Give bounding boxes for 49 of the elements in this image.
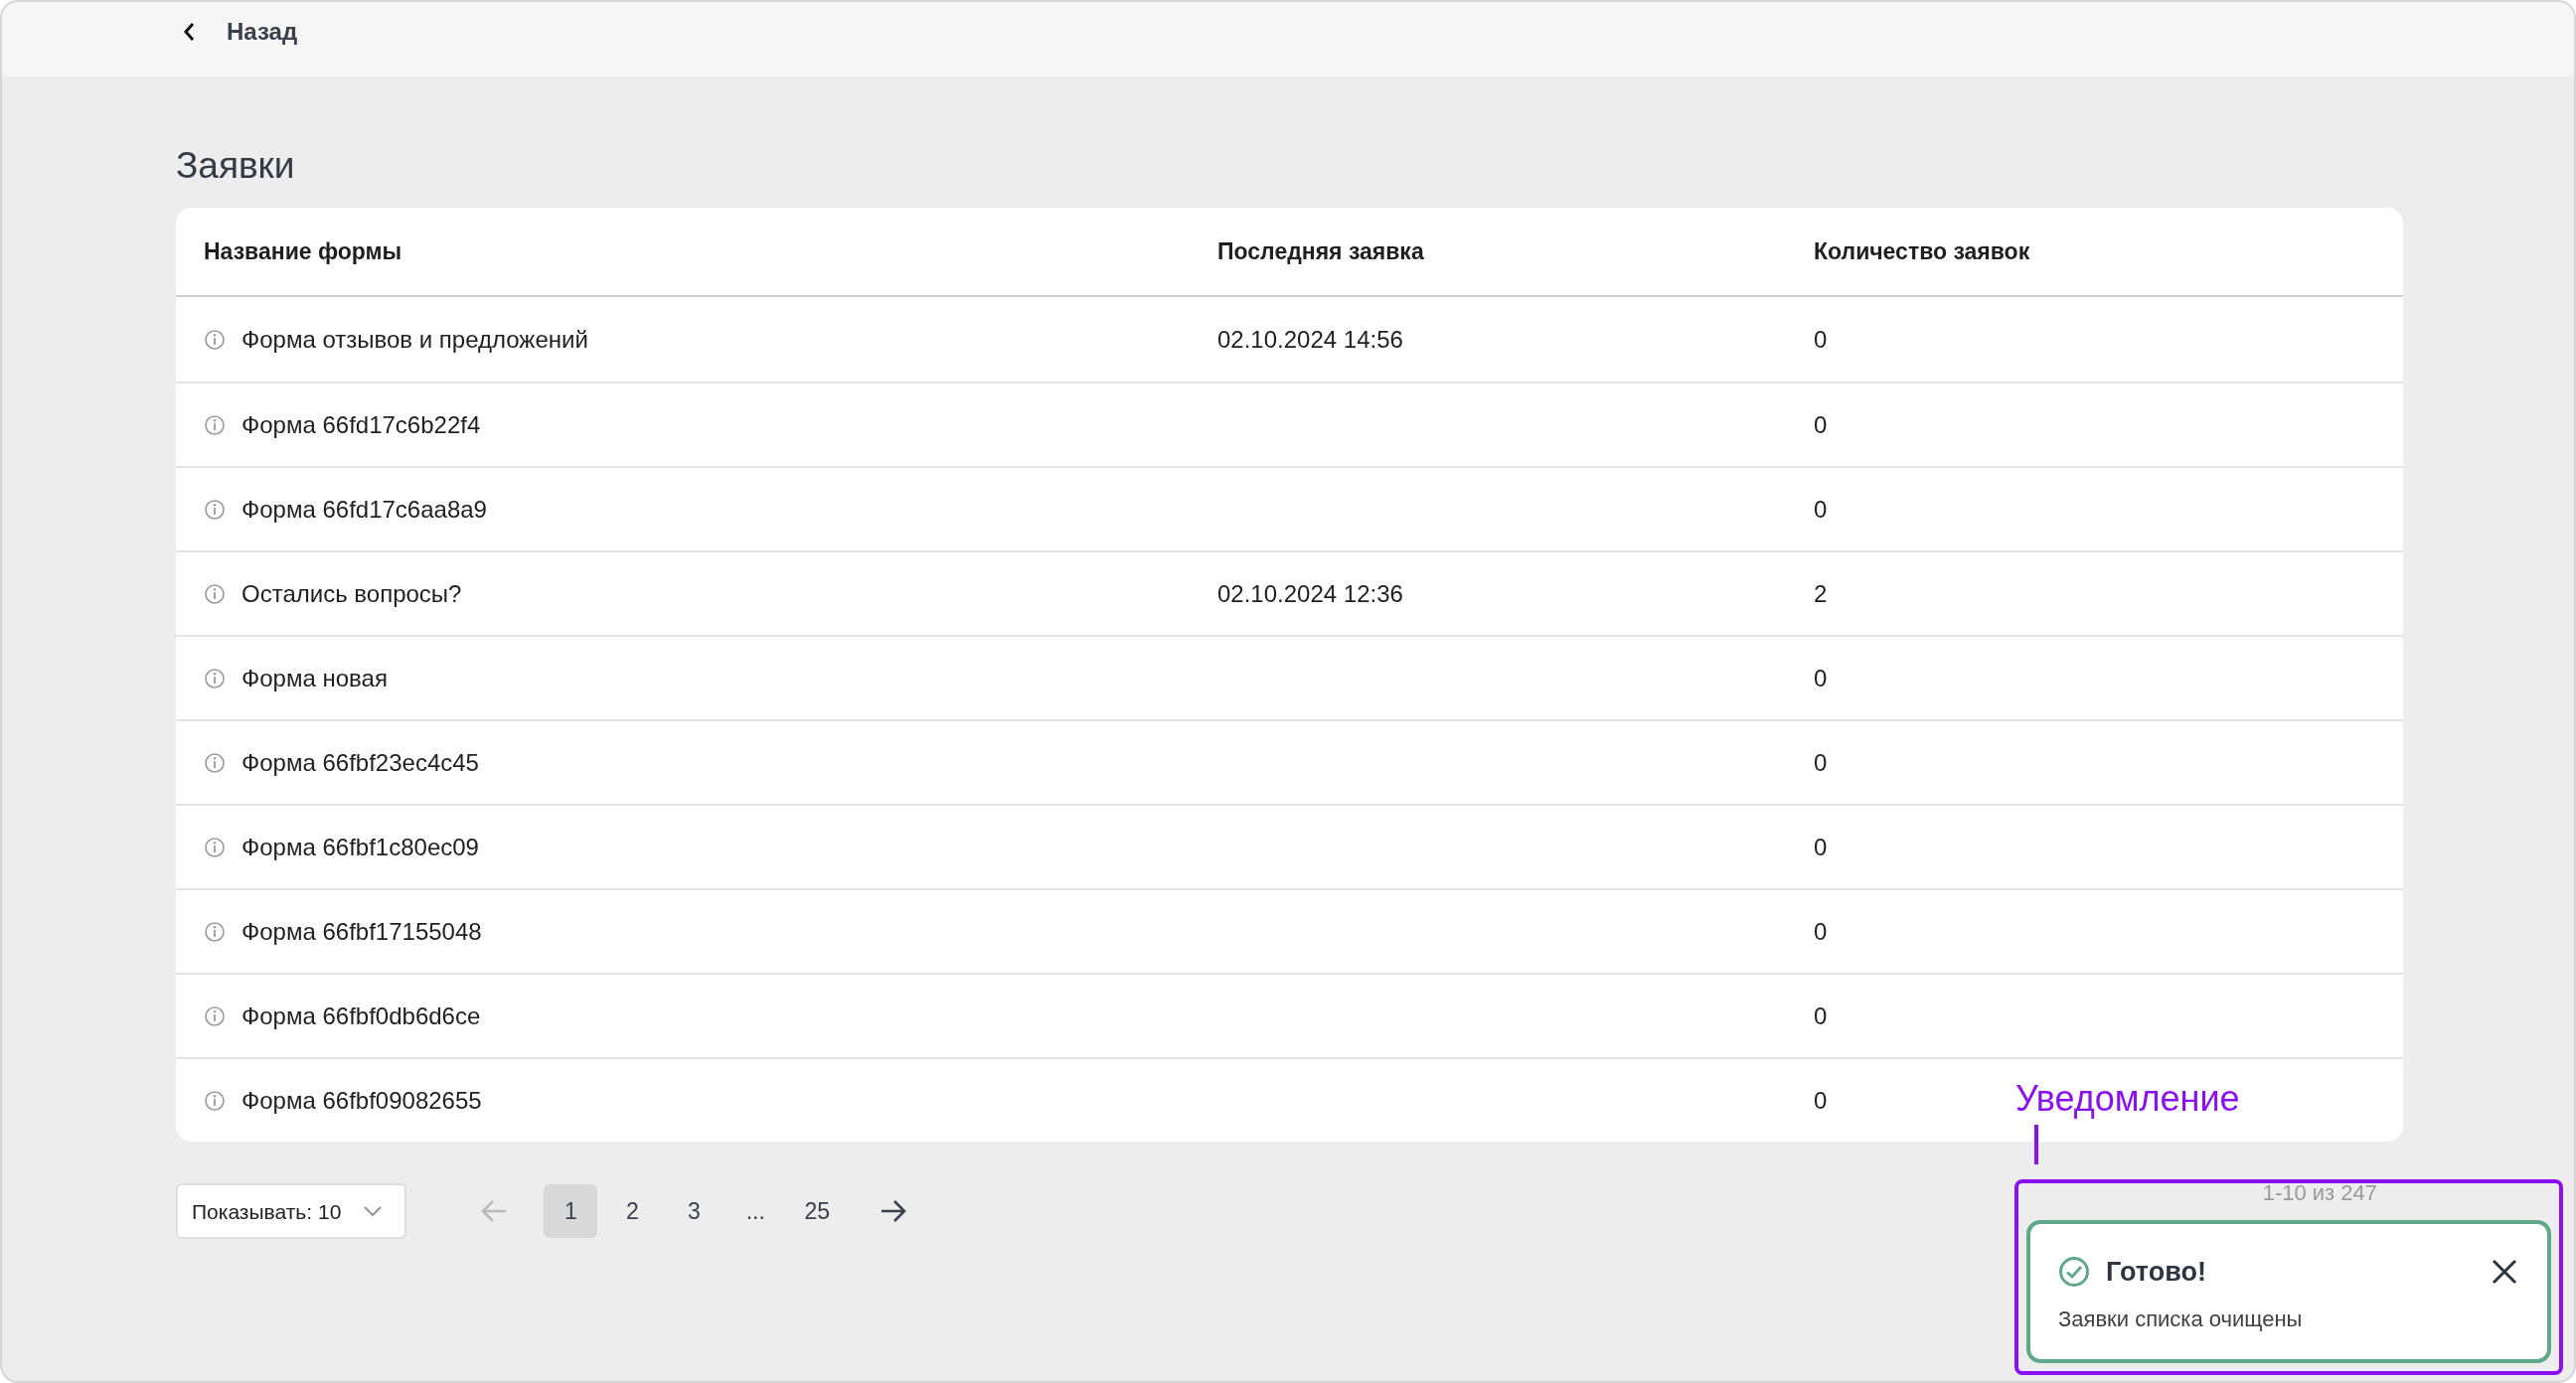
form-name[interactable]: Форма 66fbf09082655 [242, 1082, 482, 1119]
column-header: Название формы [204, 237, 403, 267]
page-size-select[interactable]: Показывать: 10 [176, 1183, 407, 1240]
form-name[interactable]: Форма новая [242, 660, 388, 696]
count-cell: 0 [1814, 325, 1828, 353]
page-button[interactable]: 25 [790, 1184, 845, 1239]
back-link[interactable]: Назад [181, 14, 298, 50]
count-cell: 0 [1814, 833, 1828, 860]
info-icon[interactable] [204, 920, 226, 943]
form-name[interactable]: Форма 66fd17c6aa8a9 [242, 491, 487, 528]
column-header: Последняя заявка [1217, 237, 1425, 267]
count-cell: 0 [1814, 1086, 1828, 1114]
form-name[interactable]: Форма 66fbf0db6d6ce [242, 998, 481, 1034]
toast-title: Готово! [2106, 1256, 2206, 1289]
info-icon[interactable] [204, 1089, 226, 1112]
count-cell: 2 [1814, 579, 1828, 607]
annotation-label: Уведомление [2015, 1077, 2240, 1121]
check-circle-icon [2058, 1256, 2090, 1289]
toast-message: Заявки списка очищены [2058, 1305, 2304, 1333]
info-icon[interactable] [204, 498, 226, 521]
date-cell: 02.10.2024 12:36 [1217, 579, 1403, 607]
info-icon[interactable] [204, 751, 226, 774]
info-icon[interactable] [204, 328, 226, 351]
page-button[interactable]: 3 [667, 1184, 722, 1239]
chevron-left-icon [181, 21, 197, 43]
form-name[interactable]: Форма отзывов и предложений [242, 321, 588, 358]
info-icon[interactable] [204, 413, 226, 436]
page-button[interactable]: 2 [605, 1184, 660, 1239]
form-name[interactable]: Форма 66fbf17155048 [242, 913, 482, 950]
count-cell: 0 [1814, 664, 1828, 692]
info-icon[interactable] [204, 667, 226, 690]
count-cell: 0 [1814, 410, 1828, 438]
form-name[interactable]: Остались вопросы? [242, 575, 462, 612]
info-icon[interactable] [204, 1004, 226, 1027]
page-button[interactable]: ... [728, 1184, 783, 1239]
count-cell: 0 [1814, 495, 1828, 523]
form-name[interactable]: Форма 66fbf1c80ec09 [242, 829, 479, 865]
info-icon[interactable] [204, 836, 226, 858]
page-button[interactable]: 1 [544, 1184, 598, 1239]
column-header: Количество заявок [1814, 237, 2031, 267]
count-cell: 0 [1814, 1001, 1828, 1029]
form-name[interactable]: Форма 66fd17c6b22f4 [242, 406, 481, 443]
range-text: 1-10 из 247 [2262, 1181, 2377, 1206]
page-title: Заявки [176, 144, 296, 188]
form-name[interactable]: Форма 66fbf23ec4c45 [242, 744, 479, 781]
count-cell: 0 [1814, 917, 1828, 945]
count-cell: 0 [1814, 748, 1828, 776]
date-cell: 02.10.2024 14:56 [1217, 325, 1403, 353]
info-icon[interactable] [204, 582, 226, 605]
